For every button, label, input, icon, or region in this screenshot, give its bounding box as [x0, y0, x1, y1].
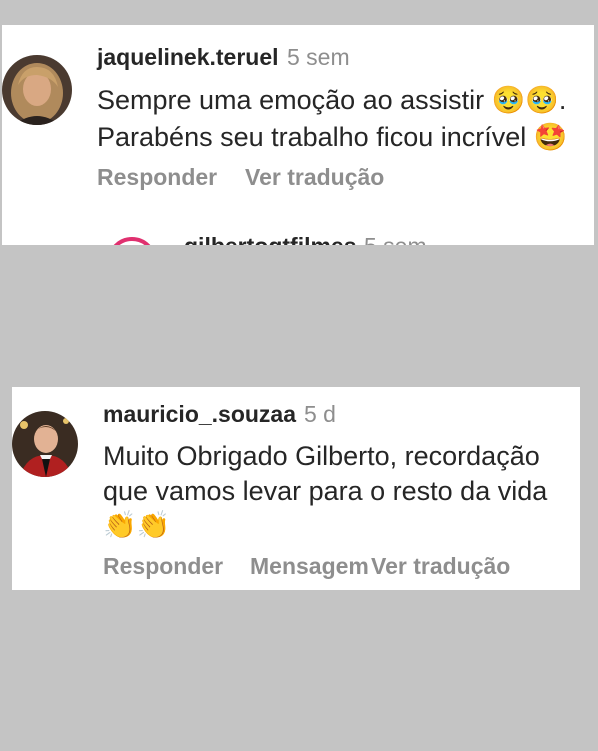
comment-card: mauricio_.souzaa 5 d Muito Obrigado Gilb…	[12, 387, 580, 590]
comment-card: jaquelinek.teruel 5 sem Sempre uma emoçã…	[2, 25, 594, 245]
comment-timestamp: 5 sem	[287, 44, 350, 70]
avatar-photo	[2, 55, 72, 125]
see-translation-button[interactable]: Ver tradução	[371, 553, 510, 580]
comment-text: Muito Obrigado Gilberto, recordação que …	[103, 441, 548, 541]
message-button[interactable]: Mensagem	[250, 553, 369, 580]
see-translation-button[interactable]: Ver tradução	[245, 164, 384, 191]
comment-text: Sempre uma emoção ao assistir 🥹🥹. Parabé…	[97, 85, 568, 153]
avatar[interactable]	[2, 55, 72, 125]
reply-timestamp: 5 sem	[364, 233, 427, 245]
reply-username[interactable]: gilbertogtfilmes	[184, 233, 357, 245]
reply-avatar[interactable]	[107, 237, 157, 245]
comment-username[interactable]: mauricio_.souzaa	[103, 401, 296, 428]
comment-username[interactable]: jaquelinek.teruel	[97, 44, 279, 71]
comment-timestamp: 5 d	[304, 401, 336, 427]
avatar[interactable]	[12, 411, 78, 477]
reply-button[interactable]: Responder	[103, 553, 223, 580]
avatar-photo	[12, 411, 78, 477]
reply-button[interactable]: Responder	[97, 164, 217, 191]
